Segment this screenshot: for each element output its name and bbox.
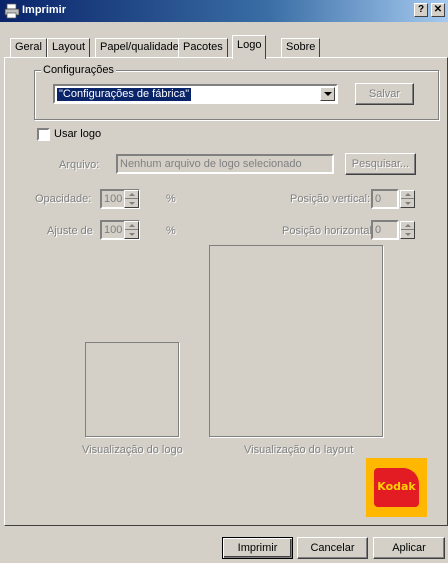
tab-logo[interactable]: Logo [232, 35, 267, 59]
printer-icon [4, 3, 20, 19]
cancel-button[interactable]: Cancelar [297, 537, 368, 559]
tab-panel [4, 57, 448, 526]
tab-papel-qualidade[interactable]: Papel/qualidade [95, 38, 184, 57]
help-button[interactable]: ? [414, 3, 428, 17]
close-button[interactable]: ✕ [431, 3, 445, 17]
tab-layout[interactable]: Layout [47, 38, 91, 57]
config-group-label: Configurações [41, 64, 116, 76]
title-bar: Imprimir ? ✕ [0, 0, 448, 22]
tab-geral[interactable]: Geral [10, 38, 47, 57]
window-title: Imprimir [22, 4, 67, 16]
tab-sobre[interactable]: Sobre [281, 38, 321, 57]
print-button[interactable]: Imprimir [222, 537, 293, 559]
apply-button[interactable]: Aplicar [373, 537, 445, 559]
tab-pacotes[interactable]: Pacotes [178, 38, 228, 57]
